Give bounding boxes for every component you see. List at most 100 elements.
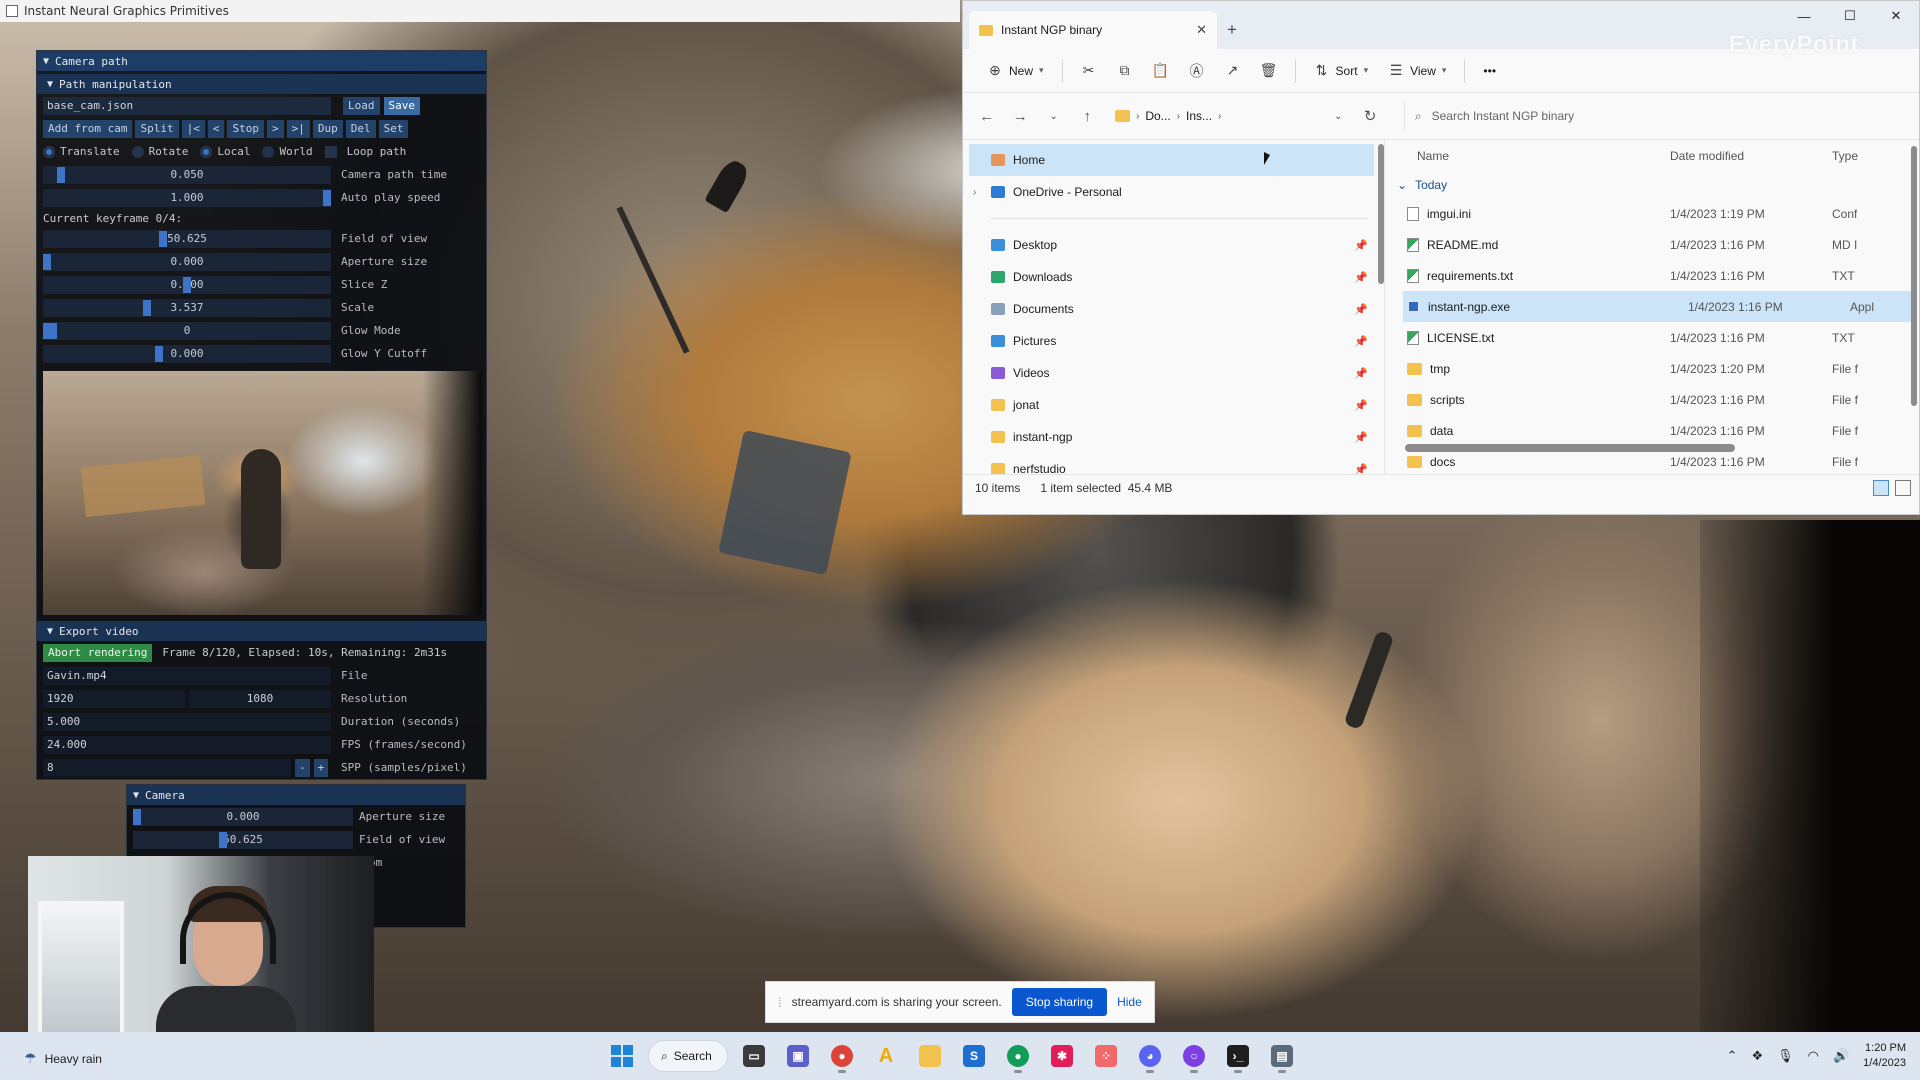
file-row[interactable]: README.md 1/4/2023 1:16 PM MD I [1385, 229, 1919, 260]
dup-button[interactable]: Dup [312, 119, 343, 138]
file-row[interactable]: LICENSE.txt 1/4/2023 1:16 PM TXT [1385, 322, 1919, 353]
vertical-scrollbar[interactable] [1911, 146, 1917, 406]
export-video-header[interactable]: ▼ Export video [37, 621, 486, 641]
loop-path-checkbox[interactable]: Loop path [324, 145, 406, 158]
file-row[interactable]: requirements.txt 1/4/2023 1:16 PM TXT [1385, 260, 1919, 291]
slice-z-slider[interactable]: 0.000 [43, 275, 331, 294]
del-button[interactable]: Del [345, 119, 376, 138]
path-manipulation-header[interactable]: ▼ Path manipulation [37, 74, 486, 94]
column-type[interactable]: Type [1832, 149, 1858, 163]
minimize-button[interactable]: — [1781, 1, 1827, 31]
translate-radio[interactable]: Translate [43, 145, 120, 158]
collapse-triangle-icon[interactable]: ▼ [43, 56, 49, 67]
chrome-profile-button[interactable]: ● [1000, 1038, 1036, 1074]
sidebar-item-jonat[interactable]: jonat 📌 [963, 389, 1384, 421]
maximize-button[interactable]: ☐ [1827, 1, 1873, 31]
search-input[interactable]: ⌕ Search Instant NGP binary [1403, 101, 1919, 131]
field-of-view-slider[interactable]: 50.625 [43, 229, 331, 248]
chevron-up-icon[interactable]: ⌃ [1727, 1048, 1738, 1064]
split-button[interactable]: Split [135, 119, 179, 138]
slack-button[interactable]: ✱ [1044, 1038, 1080, 1074]
glow-y-cutoff-slider[interactable]: 0.000 [43, 344, 331, 363]
next-keyframe-button[interactable]: > [266, 119, 284, 138]
address-bar[interactable]: › Do... › Ins... › ⌄ [1107, 101, 1350, 131]
camera-fov-slider[interactable]: 50.625 [133, 830, 353, 849]
taskbar-search[interactable]: ⌕ Search [648, 1040, 728, 1072]
more-options-button[interactable]: ••• [1475, 55, 1504, 87]
load-button[interactable]: Load [343, 96, 380, 115]
sort-button[interactable]: ⇅ Sort ▾ [1306, 55, 1377, 87]
pin-icon[interactable]: 📌 [1354, 239, 1368, 252]
close-window-button[interactable]: ✕ [1873, 1, 1919, 31]
app-dots-button[interactable]: ⁘ [1088, 1038, 1124, 1074]
refresh-icon[interactable]: ↻ [1356, 101, 1384, 131]
sidebar-item-videos[interactable]: Videos 📌 [963, 357, 1384, 389]
horizontal-scrollbar[interactable] [1405, 444, 1735, 452]
pin-icon[interactable]: 📌 [1354, 335, 1368, 348]
abort-rendering-button[interactable]: Abort rendering [43, 643, 153, 662]
glow-mode-slider[interactable]: 0 [43, 321, 331, 340]
tiles-view-icon[interactable] [1895, 479, 1911, 496]
collapse-triangle-icon[interactable]: ▼ [133, 790, 139, 801]
details-view-icon[interactable] [1873, 479, 1889, 496]
file-row[interactable]: scripts 1/4/2023 1:16 PM File f [1385, 384, 1919, 415]
sidebar-item-home[interactable]: Home [969, 144, 1374, 176]
recent-chevron-icon[interactable]: ⌄ [1040, 101, 1068, 131]
forward-arrow-icon[interactable]: → [1007, 101, 1035, 131]
add-from-cam-button[interactable]: Add from cam [43, 119, 133, 138]
column-date-modified[interactable]: Date modified [1670, 149, 1832, 163]
stop-button[interactable]: Stop [227, 119, 264, 138]
file-input[interactable]: Gavin.mp4 [43, 666, 331, 685]
resolution-height-input[interactable]: 1080 [189, 689, 331, 708]
tab-instant-ngp-binary[interactable]: Instant NGP binary ✕ [969, 11, 1217, 49]
camera-path-time-slider[interactable]: 0.050 [43, 165, 331, 184]
clock[interactable]: 1:20 PM 1/4/2023 [1863, 1041, 1906, 1071]
first-keyframe-button[interactable]: |< [181, 119, 205, 138]
teams-chat-button[interactable]: ▣ [780, 1038, 816, 1074]
local-radio[interactable]: Local [200, 145, 250, 158]
stop-sharing-button[interactable]: Stop sharing [1011, 988, 1108, 1016]
delete-button[interactable]: 🗑 [1253, 55, 1285, 87]
spp-plus-button[interactable]: + [313, 758, 329, 777]
ngp-app-button[interactable]: ▤ [1264, 1038, 1300, 1074]
sidebar-item-onedrive[interactable]: › OneDrive - Personal [963, 176, 1384, 208]
column-name[interactable]: Name [1385, 149, 1670, 163]
file-explorer-window[interactable]: Instant NGP binary ✕ + — ☐ ✕ EveryPoint … [962, 0, 1920, 515]
pin-icon[interactable]: 📌 [1354, 271, 1368, 284]
duration-input[interactable]: 5.000 [43, 712, 331, 731]
camera-path-window[interactable]: ▼ Camera path ▼ Path manipulation base_c… [36, 50, 487, 780]
discord-button[interactable]: ◕ [1132, 1038, 1168, 1074]
sidebar-item-documents[interactable]: Documents 📌 [963, 293, 1384, 325]
file-row[interactable]: imgui.ini 1/4/2023 1:19 PM Conf [1385, 198, 1919, 229]
collapse-triangle-icon[interactable]: ▼ [47, 79, 53, 90]
collapse-triangle-icon[interactable]: ▼ [47, 626, 53, 637]
app-a-button[interactable]: A [868, 1038, 904, 1074]
camera-aperture-slider[interactable]: 0.000 [133, 807, 353, 826]
hide-button[interactable]: Hide [1117, 995, 1142, 1009]
paste-button[interactable]: 📋 [1145, 55, 1177, 87]
auto-play-speed-slider[interactable]: 1.000 [43, 188, 331, 207]
pin-icon[interactable]: 📌 [1354, 399, 1368, 412]
camera-path-header[interactable]: ▼ Camera path [37, 51, 486, 71]
microphone-icon[interactable]: 🎙 [1777, 1048, 1794, 1064]
sidebar-item-downloads[interactable]: Downloads 📌 [963, 261, 1384, 293]
pin-icon[interactable]: 📌 [1354, 431, 1368, 444]
nav-scrollbar[interactable] [1378, 144, 1384, 284]
new-tab-button[interactable]: + [1217, 11, 1247, 49]
cut-button[interactable]: ✂ [1073, 55, 1105, 87]
rotate-radio[interactable]: Rotate [131, 145, 188, 158]
prev-keyframe-button[interactable]: < [207, 119, 225, 138]
file-explorer-button[interactable] [912, 1038, 948, 1074]
camera-file-input[interactable]: base_cam.json [43, 96, 331, 115]
terminal-button[interactable]: ›_ [1220, 1038, 1256, 1074]
resolution-width-input[interactable]: 1920 [43, 689, 185, 708]
close-tab-icon[interactable]: ✕ [1196, 22, 1207, 38]
chrome-button[interactable]: ● [824, 1038, 860, 1074]
task-view-button[interactable]: ▭ [736, 1038, 772, 1074]
file-row[interactable]: instant-ngp.exe 1/4/2023 1:16 PM Appl [1403, 291, 1911, 322]
start-button[interactable] [604, 1038, 640, 1074]
last-keyframe-button[interactable]: >| [286, 119, 310, 138]
up-arrow-icon[interactable]: ↑ [1074, 101, 1102, 131]
pin-icon[interactable]: 📌 [1354, 367, 1368, 380]
copy-button[interactable]: ⧉ [1109, 55, 1141, 87]
